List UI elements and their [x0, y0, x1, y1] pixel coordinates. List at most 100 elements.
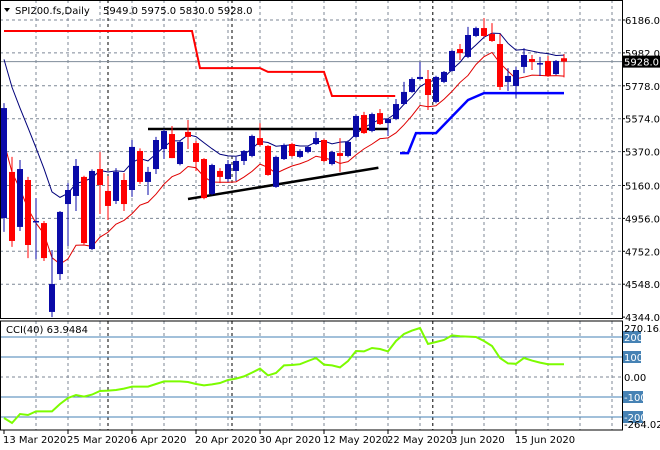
symbol-label: SPI200.fs,Daily: [15, 6, 90, 17]
lower-band-line: [400, 91, 564, 155]
candle-bull: [521, 55, 527, 67]
ma-fast-line: [3, 32, 565, 198]
candle-bear: [121, 180, 127, 205]
price-tick-label: 4344.0: [625, 313, 660, 324]
candle-bull: [145, 171, 151, 182]
candle-bear: [257, 138, 263, 145]
candle-bull: [17, 169, 23, 227]
candles: [1, 18, 567, 318]
candle-bear: [25, 180, 31, 245]
candle-bear: [377, 113, 383, 125]
cci-label: CCI(40) 63.9484: [6, 325, 88, 336]
axes: 6186.05982.05778.05574.05370.05160.04956…: [0, 0, 660, 446]
candle-bear: [561, 58, 567, 62]
candle-bull: [449, 50, 455, 71]
cci-level-label: 100: [624, 353, 643, 364]
price-tick-label: 4956.0: [625, 214, 660, 225]
current-price-label: 5928.0: [624, 58, 659, 69]
candle-bull: [161, 130, 167, 150]
cci-level-label: 0.00: [624, 373, 646, 384]
candle-bull: [129, 146, 135, 190]
candle-bear: [481, 28, 487, 36]
candle-bull: [473, 28, 479, 36]
candle-bear: [265, 145, 271, 175]
candle-bull: [113, 171, 119, 201]
candle-bull: [329, 151, 335, 165]
cci-indicator: [0, 326, 622, 425]
date-label: 25 Mar 2020: [67, 435, 130, 446]
candle-bull: [225, 164, 231, 180]
candle-bear: [321, 140, 327, 161]
cci-min-label: -264.0212: [624, 420, 660, 431]
candle-bull: [297, 150, 303, 157]
trend-line-support[interactable]: [187, 166, 379, 201]
cci-level-label: -100: [624, 393, 647, 404]
candle-bull: [281, 145, 287, 160]
candle-bull: [305, 146, 311, 152]
price-chart[interactable]: 6186.05982.05778.05574.05370.05160.04956…: [0, 0, 660, 450]
candle-bull: [393, 104, 399, 120]
date-label: 12 May 2020: [323, 435, 388, 446]
candle-bull: [89, 170, 95, 250]
price-tick-label: 5574.0: [625, 115, 660, 126]
candle-bull: [65, 190, 71, 205]
candle-bull: [537, 63, 543, 65]
candle-bear: [137, 150, 143, 182]
candle-bull: [505, 75, 511, 82]
candle-bull: [465, 35, 471, 57]
price-tick-label: 5370.0: [625, 148, 660, 159]
price-tick-label: 6186.0: [625, 16, 660, 27]
candle-bull: [409, 79, 415, 92]
candle-bull: [441, 71, 447, 82]
candle-bull: [1, 108, 7, 219]
candle-bull: [401, 91, 407, 105]
candle-bear: [425, 79, 431, 95]
candle-bear: [105, 190, 111, 206]
dropdown-triangle-icon[interactable]: [4, 8, 10, 12]
candle-bull: [313, 138, 319, 145]
date-label: 6 Apr 2020: [131, 435, 186, 446]
candle-bear: [97, 169, 103, 185]
candle-bull: [249, 135, 255, 156]
candle-bear: [545, 60, 551, 76]
candle-bear: [289, 144, 295, 156]
candle-bull: [49, 284, 55, 312]
candle-bull: [369, 114, 375, 131]
candle-bull: [433, 76, 439, 102]
candle-bull: [33, 220, 39, 223]
candle-bull: [241, 150, 247, 161]
price-panel-frame: [0, 0, 623, 319]
candle-bear: [185, 131, 191, 137]
cci-max-label: 270.1654: [624, 324, 660, 335]
date-label: 3 Jun 2020: [451, 435, 505, 446]
chart-header: SPI200.fs,Daily 5949.0 5975.0 5830.0 592…: [4, 6, 253, 17]
date-label: 30 Apr 2020: [259, 435, 321, 446]
candle-bear: [217, 170, 223, 177]
candle-bull: [553, 60, 559, 75]
candle-bull: [57, 211, 63, 275]
candle-bull: [177, 141, 183, 165]
price-tick-label: 5778.0: [625, 82, 660, 93]
candle-bull: [385, 119, 391, 124]
price-tick-label: 4548.0: [625, 280, 660, 291]
candle-bull: [417, 76, 423, 80]
candle-bear: [9, 171, 15, 241]
candle-bear: [497, 44, 503, 87]
candle-bull: [513, 70, 519, 86]
ohlc-readout: 5949.0 5975.0 5830.0 5928.0: [103, 6, 253, 17]
candle-bull: [153, 140, 159, 170]
date-label: 22 May 2020: [387, 435, 452, 446]
candle-bull: [73, 165, 79, 196]
candle-bear: [81, 176, 87, 244]
candle-bear: [361, 115, 367, 134]
price-tick-label: 5160.0: [625, 181, 660, 192]
candle-bear: [201, 159, 207, 199]
candle-bear: [169, 134, 175, 159]
candle-bull: [353, 115, 359, 137]
candle-bull: [209, 165, 215, 195]
candle-bear: [337, 153, 343, 156]
candle-bear: [529, 59, 535, 62]
cci-line: [3, 326, 565, 425]
date-label: 20 Apr 2020: [195, 435, 257, 446]
candle-bear: [41, 223, 47, 259]
